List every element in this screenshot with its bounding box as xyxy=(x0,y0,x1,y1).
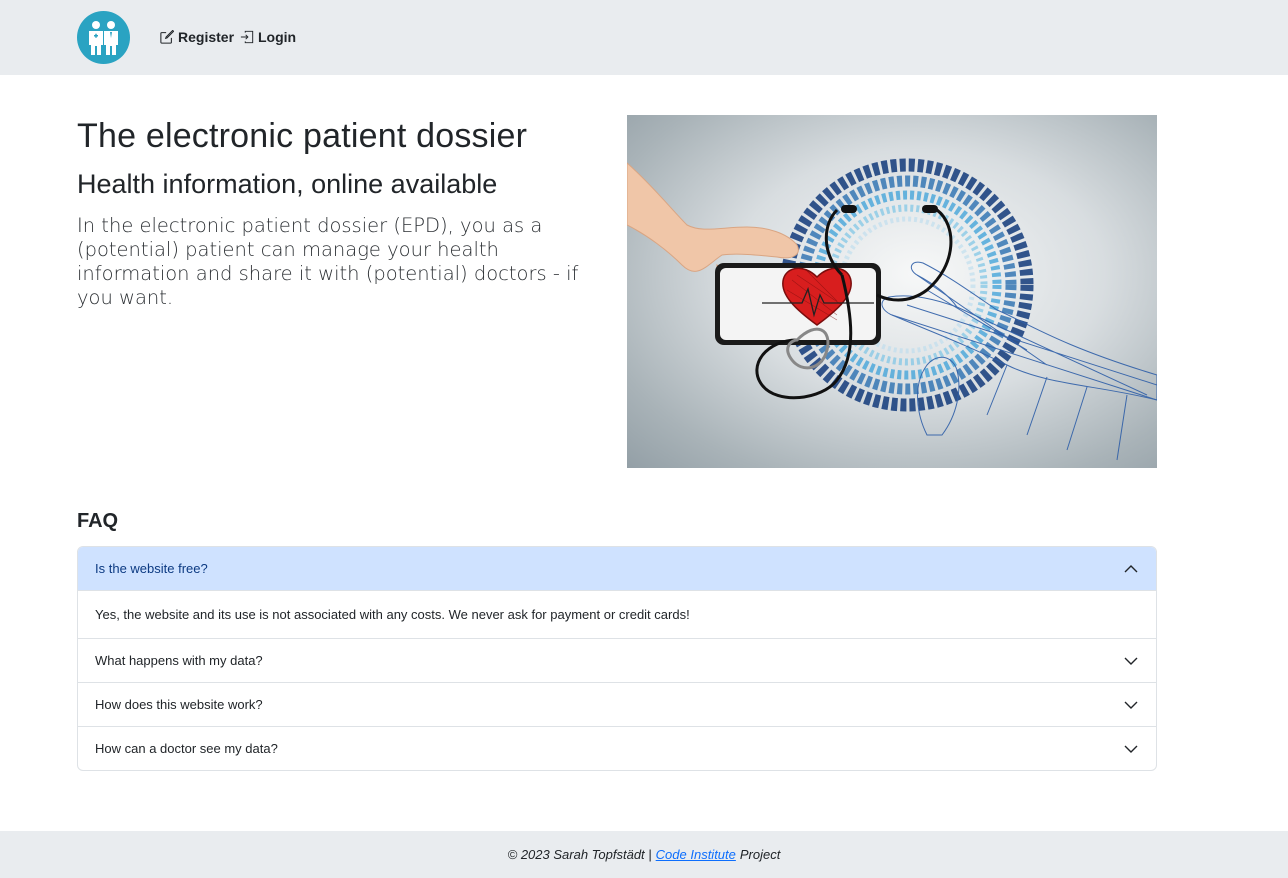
doctor-and-patient-icon xyxy=(89,21,118,55)
footer: © 2023 Sarah Topfstädt | Code Institute … xyxy=(0,831,1288,878)
navbar: Register Login xyxy=(0,0,1288,75)
faq-item: Is the website free? Yes, the website an… xyxy=(78,547,1156,638)
hero-image xyxy=(627,115,1157,468)
box-arrow-in-right-icon xyxy=(240,30,254,44)
chevron-down-icon xyxy=(1124,745,1138,753)
chevron-down-icon xyxy=(1124,657,1138,665)
intro-text: In the electronic patient dossier (EPD),… xyxy=(77,214,579,309)
page-subtitle: Health information, online available xyxy=(77,169,498,199)
faq-answer-text: Yes, the website and its use is not asso… xyxy=(95,607,690,622)
footer-suffix: Project xyxy=(739,847,781,862)
login-link[interactable]: Login xyxy=(240,29,296,45)
login-label: Login xyxy=(258,29,297,45)
faq-answer: Yes, the website and its use is not asso… xyxy=(78,590,1156,638)
faq-question-button[interactable]: How can a doctor see my data? xyxy=(78,726,1156,770)
faq-question: Is the website free? xyxy=(95,561,208,576)
faq-title: FAQ xyxy=(77,510,119,532)
faq-question-button[interactable]: How does this website work? xyxy=(78,682,1156,726)
logo[interactable] xyxy=(77,11,130,64)
faq-item: How does this website work? xyxy=(78,682,1156,726)
code-institute-link[interactable]: Code Institute xyxy=(656,847,736,862)
chevron-up-icon xyxy=(1124,564,1138,572)
faq-question-button[interactable]: What happens with my data? xyxy=(78,638,1156,682)
footer-copyright: © 2023 Sarah Topfstädt | xyxy=(507,847,652,862)
faq-accordion: Is the website free? Yes, the website an… xyxy=(77,546,1157,771)
faq-question: What happens with my data? xyxy=(95,653,263,668)
pencil-square-icon xyxy=(160,30,174,44)
register-link[interactable]: Register xyxy=(160,29,234,45)
faq-item: How can a doctor see my data? xyxy=(78,726,1156,770)
register-label: Register xyxy=(178,29,235,45)
faq-question: How does this website work? xyxy=(95,697,263,712)
chevron-down-icon xyxy=(1124,701,1138,709)
phone-heart-stethoscope-icon xyxy=(627,158,1157,461)
faq-item: What happens with my data? xyxy=(78,638,1156,682)
page-title: The electronic patient dossier xyxy=(77,117,528,155)
faq-question-button[interactable]: Is the website free? xyxy=(78,547,1156,590)
faq-question: How can a doctor see my data? xyxy=(95,741,278,756)
